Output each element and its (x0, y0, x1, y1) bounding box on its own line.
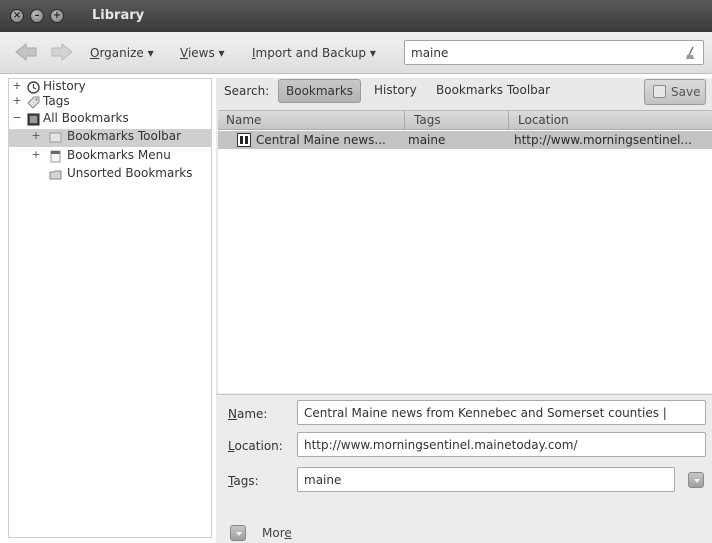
row-tags-cell: maine (408, 133, 446, 147)
tags-dropdown-button[interactable] (688, 472, 704, 488)
name-field[interactable] (297, 400, 706, 425)
toolbar-folder-icon (49, 132, 62, 143)
sidebar-item-label: All Bookmarks (43, 111, 129, 125)
search-scope-label: Search: (224, 84, 270, 98)
location-field-label: Location: (228, 439, 283, 453)
search-scope-bar: Search: Bookmarks History Bookmarks Tool… (216, 78, 712, 108)
library-main-pane: Search: Bookmarks History Bookmarks Tool… (216, 78, 712, 543)
site-favicon-icon (237, 133, 251, 147)
bookmarks-library-icon (27, 113, 40, 126)
clock-icon (27, 81, 40, 94)
tags-field-label: Tags: (228, 474, 259, 488)
clear-search-icon[interactable] (685, 46, 697, 60)
tag-icon (27, 96, 40, 109)
save-label: Save (671, 85, 701, 99)
sidebar-item-bookmarks-menu[interactable]: + Bookmarks Menu (9, 148, 211, 165)
tags-field[interactable] (297, 467, 675, 492)
library-sidebar-tree: + History + Tags − All Bookmarks + Bookm… (8, 78, 212, 538)
bookmark-list: Name Tags Location Central Maine news...… (218, 110, 712, 393)
sidebar-item-bookmarks-toolbar[interactable]: + Bookmarks Toolbar (9, 129, 211, 147)
row-name-cell: Central Maine news... (256, 133, 386, 147)
bookmarks-toolbar-expander[interactable]: + (31, 129, 41, 142)
more-label: More (262, 526, 292, 540)
forward-arrow-icon[interactable] (50, 42, 74, 62)
scope-bookmarks-button[interactable]: Bookmarks (278, 79, 362, 103)
column-header-tags[interactable]: Tags (414, 113, 441, 127)
column-header-name[interactable]: Name (226, 113, 261, 127)
search-input[interactable] (411, 44, 671, 62)
table-row[interactable]: Central Maine news... maine http://www.m… (218, 131, 712, 149)
column-divider[interactable] (508, 111, 509, 130)
bookmark-details-panel: Name: Location: Tags: More (216, 394, 712, 543)
sidebar-item-label: History (43, 79, 86, 93)
list-header: Name Tags Location (218, 111, 712, 130)
sidebar-item-all-bookmarks[interactable]: − All Bookmarks (9, 111, 211, 128)
sidebar-item-label: Bookmarks Toolbar (67, 129, 182, 143)
sidebar-item-tags[interactable]: + Tags (9, 94, 211, 111)
name-field-label: Name: (228, 407, 268, 421)
back-arrow-icon[interactable] (14, 42, 38, 62)
save-search-button[interactable]: Save (644, 79, 706, 105)
sidebar-item-label: Unsorted Bookmarks (67, 166, 193, 180)
scope-bookmarks-toolbar-button[interactable]: Bookmarks Toolbar (429, 79, 557, 103)
search-box (404, 40, 704, 65)
minimize-window-button[interactable]: – (30, 9, 44, 23)
sidebar-item-unsorted-bookmarks[interactable]: Unsorted Bookmarks (9, 166, 211, 183)
organize-menu[interactable]: Organize ▾ (90, 46, 154, 60)
column-divider[interactable] (404, 111, 405, 130)
views-menu[interactable]: Views ▾ (180, 46, 225, 60)
bookmarks-menu-icon (50, 150, 61, 163)
maximize-window-button[interactable]: + (50, 9, 64, 23)
history-expander[interactable]: + (12, 79, 22, 92)
tags-expander[interactable]: + (12, 94, 22, 107)
import-backup-menu[interactable]: Import and Backup ▾ (252, 46, 376, 60)
unsorted-folder-icon (49, 170, 62, 180)
more-expander-button[interactable] (230, 525, 246, 541)
column-header-location[interactable]: Location (518, 113, 569, 127)
row-location-cell: http://www.morningsentinel... (514, 133, 692, 147)
title-bar: × – + Library (0, 0, 712, 32)
all-bookmarks-expander[interactable]: − (12, 111, 22, 124)
bookmarks-menu-expander[interactable]: + (31, 148, 41, 161)
location-field[interactable] (297, 432, 706, 457)
sidebar-item-label: Tags (43, 94, 70, 108)
scope-history-button[interactable]: History (367, 79, 424, 103)
window-title: Library (92, 8, 145, 23)
save-icon (653, 85, 666, 98)
library-toolbar: Organize ▾ Views ▾ Import and Backup ▾ (0, 32, 712, 74)
close-window-button[interactable]: × (10, 9, 24, 23)
sidebar-item-label: Bookmarks Menu (67, 148, 171, 162)
